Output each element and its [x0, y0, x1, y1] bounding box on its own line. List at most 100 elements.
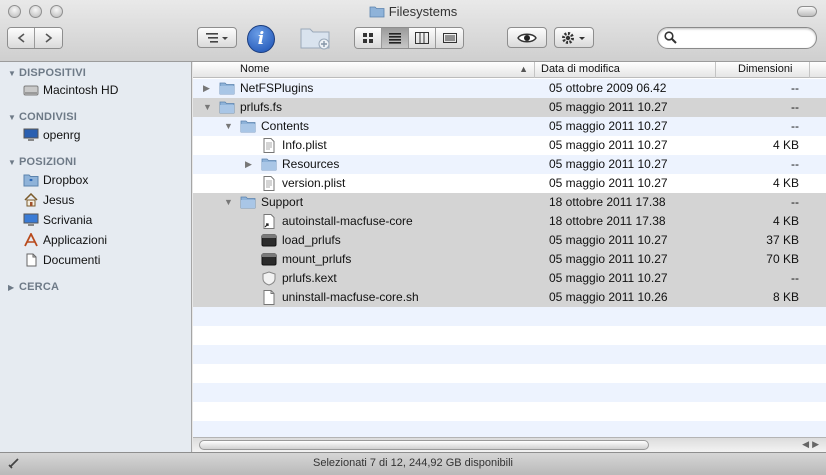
- sidebar-section-devices[interactable]: ▼ DISPOSITIVI: [8, 67, 86, 79]
- toolbar: Filesystems i: [0, 0, 826, 62]
- computer-icon: [23, 127, 39, 143]
- file-name: NetFSPlugins: [240, 81, 314, 95]
- eye-icon: [517, 33, 537, 42]
- column-header-name[interactable]: Nome ▲: [193, 62, 535, 78]
- empty-row: [193, 345, 826, 364]
- sidebar-section-places[interactable]: ▼ POSIZIONI: [8, 156, 76, 168]
- info-icon: i: [257, 29, 265, 49]
- disclosure-closed-icon[interactable]: ▶: [245, 155, 252, 174]
- file-date: 05 maggio 2011 10.27: [549, 157, 668, 171]
- disclosure-open-icon[interactable]: ▼: [224, 193, 233, 212]
- sidebar-item-openrg[interactable]: openrg: [23, 126, 80, 144]
- forward-button[interactable]: [35, 28, 62, 48]
- file-size: --: [791, 81, 799, 95]
- document-icon: [261, 290, 277, 305]
- icon-view-icon: [363, 33, 373, 43]
- file-date: 05 maggio 2011 10.27: [549, 271, 668, 285]
- kext-icon: [261, 271, 277, 286]
- folder-icon: [219, 100, 235, 115]
- file-row[interactable]: ▶ NetFSPlugins 05 ottobre 2009 06.42 --: [193, 79, 826, 98]
- search-field[interactable]: [657, 27, 817, 49]
- file-date: 18 ottobre 2011 17.38: [549, 195, 666, 209]
- column-view-icon: [415, 32, 429, 44]
- list-view-button[interactable]: [382, 28, 409, 48]
- arrange-icon: [206, 32, 228, 43]
- file-row[interactable]: ▼ Support 18 ottobre 2011 17.38 --: [193, 193, 826, 212]
- arrange-button[interactable]: [197, 27, 237, 48]
- file-date: 05 maggio 2011 10.27: [549, 176, 668, 190]
- column-header-size[interactable]: Dimensioni: [716, 62, 810, 78]
- folder-icon: [261, 157, 277, 172]
- file-size: --: [791, 157, 799, 171]
- home-icon: [23, 192, 39, 208]
- scrollbar-thumb[interactable]: [199, 440, 649, 450]
- file-row[interactable]: autoinstall-macfuse-core 18 ottobre 2011 …: [193, 212, 826, 231]
- plist-file-icon: [261, 138, 277, 153]
- disclosure-open-icon[interactable]: ▼: [224, 117, 233, 136]
- sidebar-item-applicazioni[interactable]: Applicazioni: [23, 231, 107, 249]
- file-row[interactable]: ▼ prlufs.fs 05 maggio 2011 10.27 --: [193, 98, 826, 117]
- sidebar-item-macintosh-hd[interactable]: Macintosh HD: [23, 81, 118, 99]
- folder-icon: [240, 119, 256, 134]
- file-date: 05 maggio 2011 10.27: [549, 119, 668, 133]
- finder-window: Filesystems i ▼ DISPOSITIVI Macintosh HD…: [0, 0, 826, 475]
- file-size: 4 KB: [772, 176, 799, 190]
- sidebar-item-dropbox[interactable]: Dropbox: [23, 171, 88, 189]
- file-row[interactable]: ▼ Contents 05 maggio 2011 10.27 --: [193, 117, 826, 136]
- horizontal-scrollbar[interactable]: ◀▶: [193, 437, 826, 452]
- quick-look-button[interactable]: [507, 27, 547, 48]
- window-title-area: Filesystems: [0, 4, 826, 21]
- forward-arrow-icon: [45, 33, 52, 43]
- new-folder-icon: [300, 28, 330, 50]
- file-date: 05 maggio 2011 10.27: [549, 138, 668, 152]
- file-size: 4 KB: [772, 214, 799, 228]
- action-button[interactable]: [554, 27, 594, 48]
- file-size: 4 KB: [772, 138, 799, 152]
- sidebar-item-scrivania[interactable]: Scrivania: [23, 211, 92, 229]
- get-info-button[interactable]: i: [247, 25, 275, 53]
- file-name: load_prlufs: [282, 233, 341, 247]
- column-header-date[interactable]: Data di modifica: [535, 62, 716, 78]
- disclosure-open-icon[interactable]: ▼: [203, 98, 212, 117]
- file-name: Info.plist: [282, 138, 327, 152]
- executable-icon: [261, 233, 277, 248]
- file-size: 8 KB: [772, 290, 799, 304]
- file-list: Nome ▲ Data di modifica Dimensioni ▶ NetF…: [193, 62, 826, 437]
- file-name: autoinstall-macfuse-core: [282, 214, 413, 228]
- sidebar-item-jesus[interactable]: Jesus: [23, 191, 74, 209]
- file-date: 05 maggio 2011 10.26: [549, 290, 668, 304]
- file-row[interactable]: version.plist 05 maggio 2011 10.27 4 KB: [193, 174, 826, 193]
- new-folder-button[interactable]: [299, 24, 333, 55]
- file-size: 70 KB: [766, 252, 799, 266]
- executable-icon: [261, 252, 277, 267]
- disclosure-open-icon: ▼: [8, 158, 17, 167]
- dropbox-folder-icon: [23, 172, 39, 188]
- document-icon: [23, 252, 39, 268]
- sidebar-item-documenti[interactable]: Documenti: [23, 251, 100, 269]
- icon-view-button[interactable]: [355, 28, 382, 48]
- file-date: 18 ottobre 2011 17.38: [549, 214, 666, 228]
- list-header: Nome ▲ Data di modifica Dimensioni: [193, 62, 826, 78]
- file-row[interactable]: load_prlufs 05 maggio 2011 10.27 37 KB: [193, 231, 826, 250]
- file-row[interactable]: ▶ Resources 05 maggio 2011 10.27 --: [193, 155, 826, 174]
- back-button[interactable]: [8, 28, 35, 48]
- sidebar-section-search[interactable]: ▶ CERCA: [8, 281, 59, 293]
- sidebar-section-shared[interactable]: ▼ CONDIVISI: [8, 111, 77, 123]
- coverflow-view-icon: [442, 33, 457, 43]
- file-row[interactable]: prlufs.kext 05 maggio 2011 10.27 --: [193, 269, 826, 288]
- file-row[interactable]: uninstall-macfuse-core.sh 05 maggio 2011 …: [193, 288, 826, 307]
- file-date: 05 maggio 2011 10.27: [549, 252, 668, 266]
- toolbar-toggle-button[interactable]: [797, 6, 817, 17]
- search-icon: [664, 31, 677, 47]
- empty-row: [193, 364, 826, 383]
- folder-icon: [240, 195, 256, 210]
- applications-icon: [23, 232, 39, 248]
- file-row[interactable]: mount_prlufs 05 maggio 2011 10.27 70 KB: [193, 250, 826, 269]
- file-name: uninstall-macfuse-core.sh: [282, 290, 419, 304]
- coverflow-view-button[interactable]: [436, 28, 463, 48]
- file-row[interactable]: Info.plist 05 maggio 2011 10.27 4 KB: [193, 136, 826, 155]
- empty-row: [193, 326, 826, 345]
- scroll-arrows-icon[interactable]: ◀▶: [802, 439, 822, 450]
- column-view-button[interactable]: [409, 28, 436, 48]
- disclosure-closed-icon[interactable]: ▶: [203, 79, 210, 98]
